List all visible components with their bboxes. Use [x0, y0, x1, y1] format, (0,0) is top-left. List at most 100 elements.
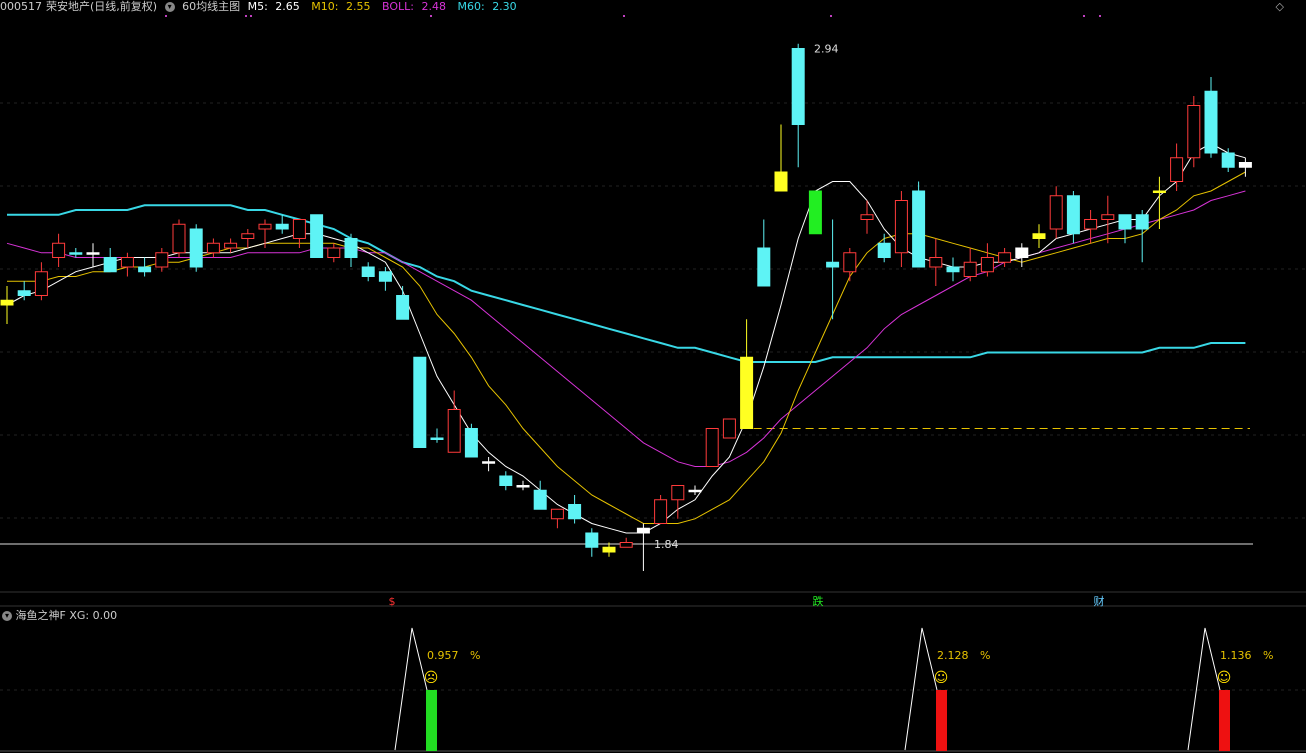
candle-body: [671, 485, 685, 501]
candle-body: [654, 499, 668, 524]
signal-bar: [936, 690, 947, 751]
candle-body: [1066, 195, 1080, 235]
marker-label: $: [389, 595, 396, 608]
candle-body: [826, 261, 840, 268]
candle-body: [602, 546, 616, 553]
candle-body: [1170, 157, 1184, 182]
candle-body: [17, 290, 31, 296]
candle-body: [791, 48, 805, 125]
candle-body: [860, 214, 874, 220]
candle-body: [378, 271, 392, 282]
candle-body: [103, 257, 117, 273]
candle-body: [224, 242, 238, 249]
candle-body: [69, 252, 83, 255]
candle-body: [1135, 214, 1149, 230]
candle-body: [499, 475, 513, 486]
candle-body: [722, 418, 736, 439]
signal-unit: %: [470, 649, 480, 662]
candle-body: [327, 247, 341, 258]
candle-body: [912, 190, 926, 268]
signal-spike: [394, 627, 428, 751]
candle-body: [963, 261, 977, 277]
candle-body: [1238, 162, 1252, 168]
candle-body: [929, 257, 943, 268]
signal-pct: 1.136: [1220, 649, 1252, 662]
signal-dot: [623, 15, 625, 17]
candle-body: [86, 252, 100, 255]
candle-body: [430, 437, 444, 440]
candle-body: [482, 461, 496, 464]
signal-dot: [245, 15, 247, 17]
candle-body: [189, 228, 203, 268]
signal-unit: %: [1263, 649, 1273, 662]
candle-body: [1049, 195, 1063, 230]
candle-body: [1015, 247, 1029, 258]
candle-body: [1204, 90, 1218, 154]
candle-body: [275, 223, 289, 230]
candle-body: [877, 242, 891, 258]
candle-body: [1152, 190, 1166, 193]
candle-body: [52, 242, 66, 258]
marker-label: 财: [1094, 594, 1105, 608]
candle-body: [34, 271, 48, 296]
candle-body: [1084, 219, 1098, 230]
candle-body: [740, 356, 754, 429]
signal-spike: [904, 627, 938, 751]
candle-body: [1101, 214, 1115, 220]
signal-unit: %: [980, 649, 990, 662]
signal-dot: [1083, 15, 1085, 17]
candle-body: [568, 504, 582, 520]
candle-body: [774, 171, 788, 192]
candle-body: [946, 266, 960, 273]
candle-body: [310, 214, 324, 258]
candle-body: [1221, 152, 1235, 168]
low-label: 1.84: [654, 538, 679, 551]
marker-label: 跌: [813, 594, 824, 608]
candle-body: [998, 252, 1012, 263]
candle-body: [516, 485, 530, 488]
signal-pct: 0.957: [427, 649, 459, 662]
face-icon: ☹: [424, 670, 439, 686]
candle-body: [138, 266, 152, 273]
face-icon: ☺: [934, 670, 949, 686]
signal-bar: [1219, 690, 1230, 751]
candle-body: [894, 200, 908, 254]
candle-body: [0, 299, 14, 306]
signal-dot: [1099, 15, 1101, 17]
candle-body: [636, 527, 650, 534]
candle-body: [361, 266, 375, 277]
signal-pct: 2.128: [937, 649, 969, 662]
candlestick-chart[interactable]: 2.94 1.84 $ 跌 财 0.957 % ☹ 2.128 % ☺ 1.136 % ☺: [0, 0, 1306, 753]
candle-body: [344, 238, 358, 258]
candle-body: [172, 223, 186, 254]
candle-body: [533, 489, 547, 510]
candle-body: [1032, 233, 1046, 239]
candle-body: [1187, 105, 1201, 159]
face-icon: ☺: [1217, 670, 1232, 686]
candle-body: [1118, 214, 1132, 230]
candle-body: [585, 532, 599, 548]
candle-body: [705, 428, 719, 467]
candle-body: [619, 542, 633, 548]
candle-body: [258, 223, 272, 230]
candle-body: [396, 295, 410, 320]
candle-body: [120, 257, 134, 268]
candle-body: [550, 508, 564, 520]
candle-body: [447, 409, 461, 453]
signal-dot: [430, 15, 432, 17]
high-label: 2.94: [814, 43, 839, 56]
signal-dot: [830, 15, 832, 17]
signal-spike: [1187, 627, 1221, 751]
candle-body: [413, 356, 427, 448]
candle-body: [206, 242, 220, 254]
signal-bar: [426, 690, 437, 751]
candle-body: [980, 257, 994, 273]
signal-dot: [165, 15, 167, 17]
candle-body: [241, 233, 255, 239]
candle-body: [757, 247, 771, 287]
candle-body: [464, 428, 478, 458]
candle-body: [155, 252, 169, 268]
signal-dot: [250, 15, 252, 17]
candle-body: [808, 190, 822, 235]
candle-body: [843, 252, 857, 273]
